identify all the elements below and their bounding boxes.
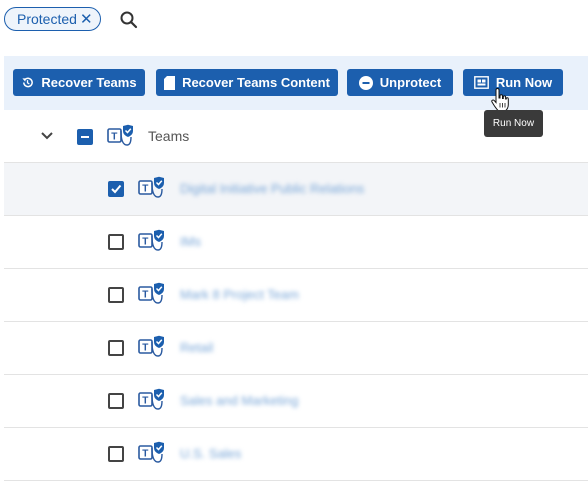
document-icon: [164, 75, 176, 90]
team-row[interactable]: T Digital Initiative Public Relations: [4, 163, 588, 216]
history-icon: [22, 77, 34, 88]
recover-teams-content-button[interactable]: Recover Teams Content: [156, 69, 338, 96]
team-name-link[interactable]: Mark 8 Project Team: [180, 287, 299, 302]
svg-text:T: T: [142, 343, 148, 354]
run-now-button[interactable]: Run Now: [463, 69, 563, 96]
minus-circle-icon: [358, 75, 373, 90]
team-checkbox[interactable]: [108, 446, 124, 462]
hand-pointer-icon: [491, 88, 509, 112]
teams-shield-icon: T: [138, 388, 164, 410]
team-name-link[interactable]: Digital Initiative Public Relations: [180, 181, 364, 196]
team-name-link[interactable]: IMs: [180, 234, 201, 249]
filter-bar: Protected ✕: [0, 0, 588, 42]
team-checkbox[interactable]: [108, 181, 124, 197]
teams-group-row[interactable]: T Teams: [4, 110, 588, 163]
teams-shield-icon: T: [138, 282, 164, 304]
svg-text:T: T: [142, 396, 148, 407]
svg-text:T: T: [142, 290, 148, 301]
run-now-icon: [473, 76, 489, 89]
search-icon[interactable]: [119, 10, 139, 30]
team-name-link[interactable]: U.S. Sales: [180, 446, 241, 461]
team-checkbox[interactable]: [108, 234, 124, 250]
team-name-link[interactable]: Sales and Marketing: [180, 393, 299, 408]
team-row[interactable]: T Sales and Marketing: [4, 375, 588, 428]
chevron-down-icon[interactable]: [40, 131, 54, 141]
svg-text:T: T: [142, 237, 148, 248]
team-checkbox[interactable]: [108, 287, 124, 303]
recover-teams-label: Recover Teams: [41, 75, 137, 90]
svg-text:T: T: [142, 184, 148, 195]
unprotect-label: Unprotect: [379, 75, 442, 90]
recover-teams-button[interactable]: Recover Teams: [13, 69, 145, 96]
teams-group-label: Teams: [148, 128, 190, 144]
teams-shield-icon: T: [107, 124, 133, 146]
teams-shield-icon: T: [138, 335, 164, 357]
check-icon: [111, 184, 122, 194]
teams-shield-icon: T: [138, 441, 164, 463]
recover-teams-content-label: Recover Teams Content: [182, 75, 330, 90]
teams-shield-icon: T: [138, 229, 164, 251]
team-row[interactable]: T Mark 8 Project Team: [4, 269, 588, 322]
team-checkbox[interactable]: [108, 393, 124, 409]
svg-text:T: T: [142, 449, 148, 460]
team-checkbox[interactable]: [108, 340, 124, 356]
teams-shield-icon: T: [138, 176, 164, 198]
select-all-checkbox[interactable]: [77, 129, 93, 145]
filter-chip-label: Protected: [17, 11, 77, 27]
filter-chip-protected[interactable]: Protected ✕: [4, 7, 101, 31]
unprotect-button[interactable]: Unprotect: [347, 69, 453, 96]
svg-text:T: T: [111, 132, 117, 143]
team-row[interactable]: T IMs: [4, 216, 588, 269]
team-name-link[interactable]: Retail: [180, 340, 213, 355]
close-icon[interactable]: ✕: [80, 12, 93, 27]
team-row[interactable]: T Retail: [4, 322, 588, 375]
team-row[interactable]: T U.S. Sales: [4, 428, 588, 481]
